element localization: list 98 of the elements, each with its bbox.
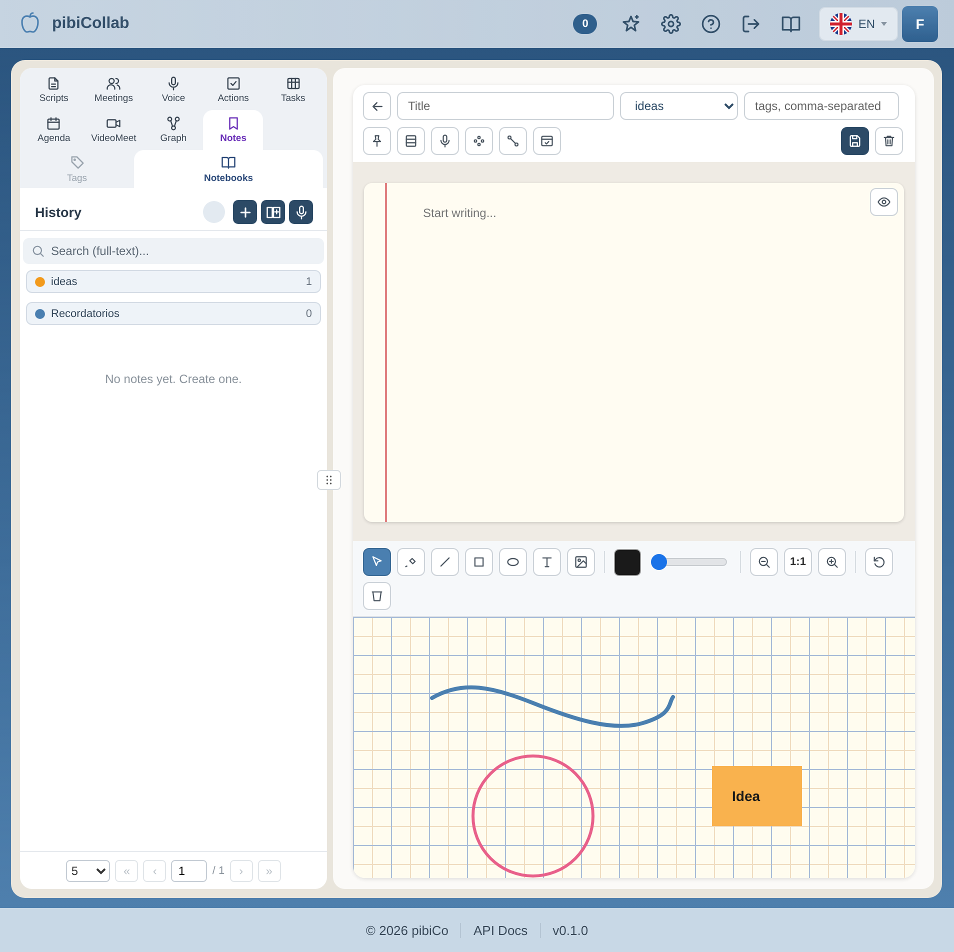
grid-icon	[286, 76, 301, 91]
resize-handle[interactable]	[317, 470, 341, 490]
task-button[interactable]	[533, 127, 561, 155]
api-docs-link[interactable]: API Docs	[460, 922, 540, 938]
tag-icon	[70, 154, 84, 170]
language-button[interactable]: EN	[819, 7, 898, 41]
clear-button[interactable]	[363, 582, 391, 610]
nodes-button[interactable]	[465, 127, 493, 155]
book-icon	[221, 154, 236, 170]
notebook-select[interactable]: ideas	[620, 92, 738, 120]
stroke-color-swatch[interactable]	[614, 548, 641, 576]
user-avatar[interactable]: F	[902, 6, 938, 42]
page-total: / 1	[212, 864, 225, 876]
empty-message: No notes yet. Create one.	[105, 372, 242, 386]
page-input[interactable]: 1	[171, 860, 208, 882]
note-count: 1	[306, 276, 312, 288]
tags-field[interactable]: tags, comma-separated	[744, 92, 899, 120]
sticky-note: Idea	[712, 766, 802, 826]
people-icon	[106, 76, 122, 91]
sub-tab[interactable]: Notebooks	[134, 150, 323, 188]
back-button[interactable]	[363, 92, 391, 120]
notebook-name: ideas	[51, 276, 78, 288]
note-body-field[interactable]: Start writing...	[364, 183, 904, 522]
bin-icon	[370, 589, 384, 603]
notebook-item[interactable]: Recordatorios 0	[26, 302, 321, 325]
nav-tab[interactable]: Scripts	[24, 70, 84, 110]
microphone-icon	[294, 204, 308, 220]
search-field[interactable]: Search (full-text)...	[23, 238, 324, 264]
zoom-out-icon	[757, 555, 771, 569]
checkbox-icon	[226, 76, 241, 91]
title-field[interactable]: Title	[397, 92, 614, 120]
calendar-icon	[46, 116, 62, 131]
nav-tab[interactable]: Actions	[203, 70, 264, 110]
layout-button[interactable]	[397, 127, 425, 155]
dictate-button[interactable]	[431, 127, 459, 155]
ellipse-icon	[506, 555, 520, 569]
count-badge: 0	[573, 14, 598, 34]
form-icon	[540, 134, 554, 148]
app-name: pibiCollab	[52, 15, 130, 33]
square-icon	[472, 555, 486, 569]
pin-button[interactable]	[363, 127, 391, 155]
pen-icon	[404, 555, 418, 569]
help-icon	[701, 14, 722, 34]
document-icon	[46, 76, 62, 91]
slider-thumb[interactable]	[650, 554, 667, 570]
pin-icon	[370, 134, 384, 148]
drawing-tool-button[interactable]	[363, 548, 391, 576]
line-icon	[438, 555, 452, 569]
page-size-select[interactable]: 5	[66, 860, 110, 882]
microphone-icon	[438, 134, 452, 148]
book-plus-icon	[266, 204, 280, 220]
note-count: 0	[306, 308, 312, 320]
nav-tab[interactable]: Agenda	[24, 110, 84, 150]
save-button[interactable]	[841, 127, 869, 155]
trash-icon	[882, 134, 896, 148]
nav-tab[interactable]: VideoMeet	[84, 110, 144, 150]
apple-icon	[18, 10, 42, 34]
delete-button[interactable]	[875, 127, 903, 155]
notebook-name: Recordatorios	[51, 308, 120, 320]
link-button[interactable]	[499, 127, 527, 155]
link-icon	[506, 134, 520, 148]
cursor-icon	[370, 555, 384, 569]
zoom-out-button[interactable]	[750, 548, 778, 576]
dots-icon	[472, 134, 486, 148]
gear-icon	[661, 14, 682, 34]
flag-icon	[830, 13, 852, 35]
footer-text: © 2026 pibiCo	[364, 922, 450, 938]
microphone-icon	[166, 76, 181, 91]
nav-tab[interactable]: Notes	[203, 110, 264, 150]
zoom-in-icon	[825, 555, 839, 569]
eye-icon	[877, 195, 891, 209]
nav-tab[interactable]: Voice	[144, 70, 204, 110]
voice-note-button[interactable]	[289, 200, 313, 224]
zoom-reset-button[interactable]: 1:1	[784, 548, 812, 576]
panel-title: History	[35, 204, 83, 220]
video-camera-icon	[106, 116, 122, 131]
nav-tab[interactable]: Tasks	[263, 70, 323, 110]
undo-button[interactable]	[865, 548, 893, 576]
nav-tab[interactable]: Graph	[144, 110, 204, 150]
star-icon	[621, 14, 642, 34]
notebook-item[interactable]: ideas 1	[26, 270, 321, 293]
image-icon	[574, 555, 588, 569]
text-icon	[540, 555, 554, 569]
undo-icon	[872, 555, 886, 569]
new-note-button[interactable]	[233, 200, 257, 224]
graph-icon	[166, 116, 181, 131]
new-notebook-button[interactable]	[261, 200, 285, 224]
save-icon	[848, 134, 862, 148]
rows-icon	[404, 134, 418, 148]
footer-text: v0.1.0	[540, 922, 600, 938]
plus-icon	[238, 204, 252, 220]
zoom-in-button[interactable]	[818, 548, 846, 576]
preview-button[interactable]	[870, 188, 898, 216]
blank-circle	[203, 201, 225, 223]
caret-icon	[881, 22, 887, 26]
book-icon	[781, 14, 802, 34]
logout-icon	[741, 14, 762, 34]
nav-tab[interactable]: Meetings	[84, 70, 144, 110]
